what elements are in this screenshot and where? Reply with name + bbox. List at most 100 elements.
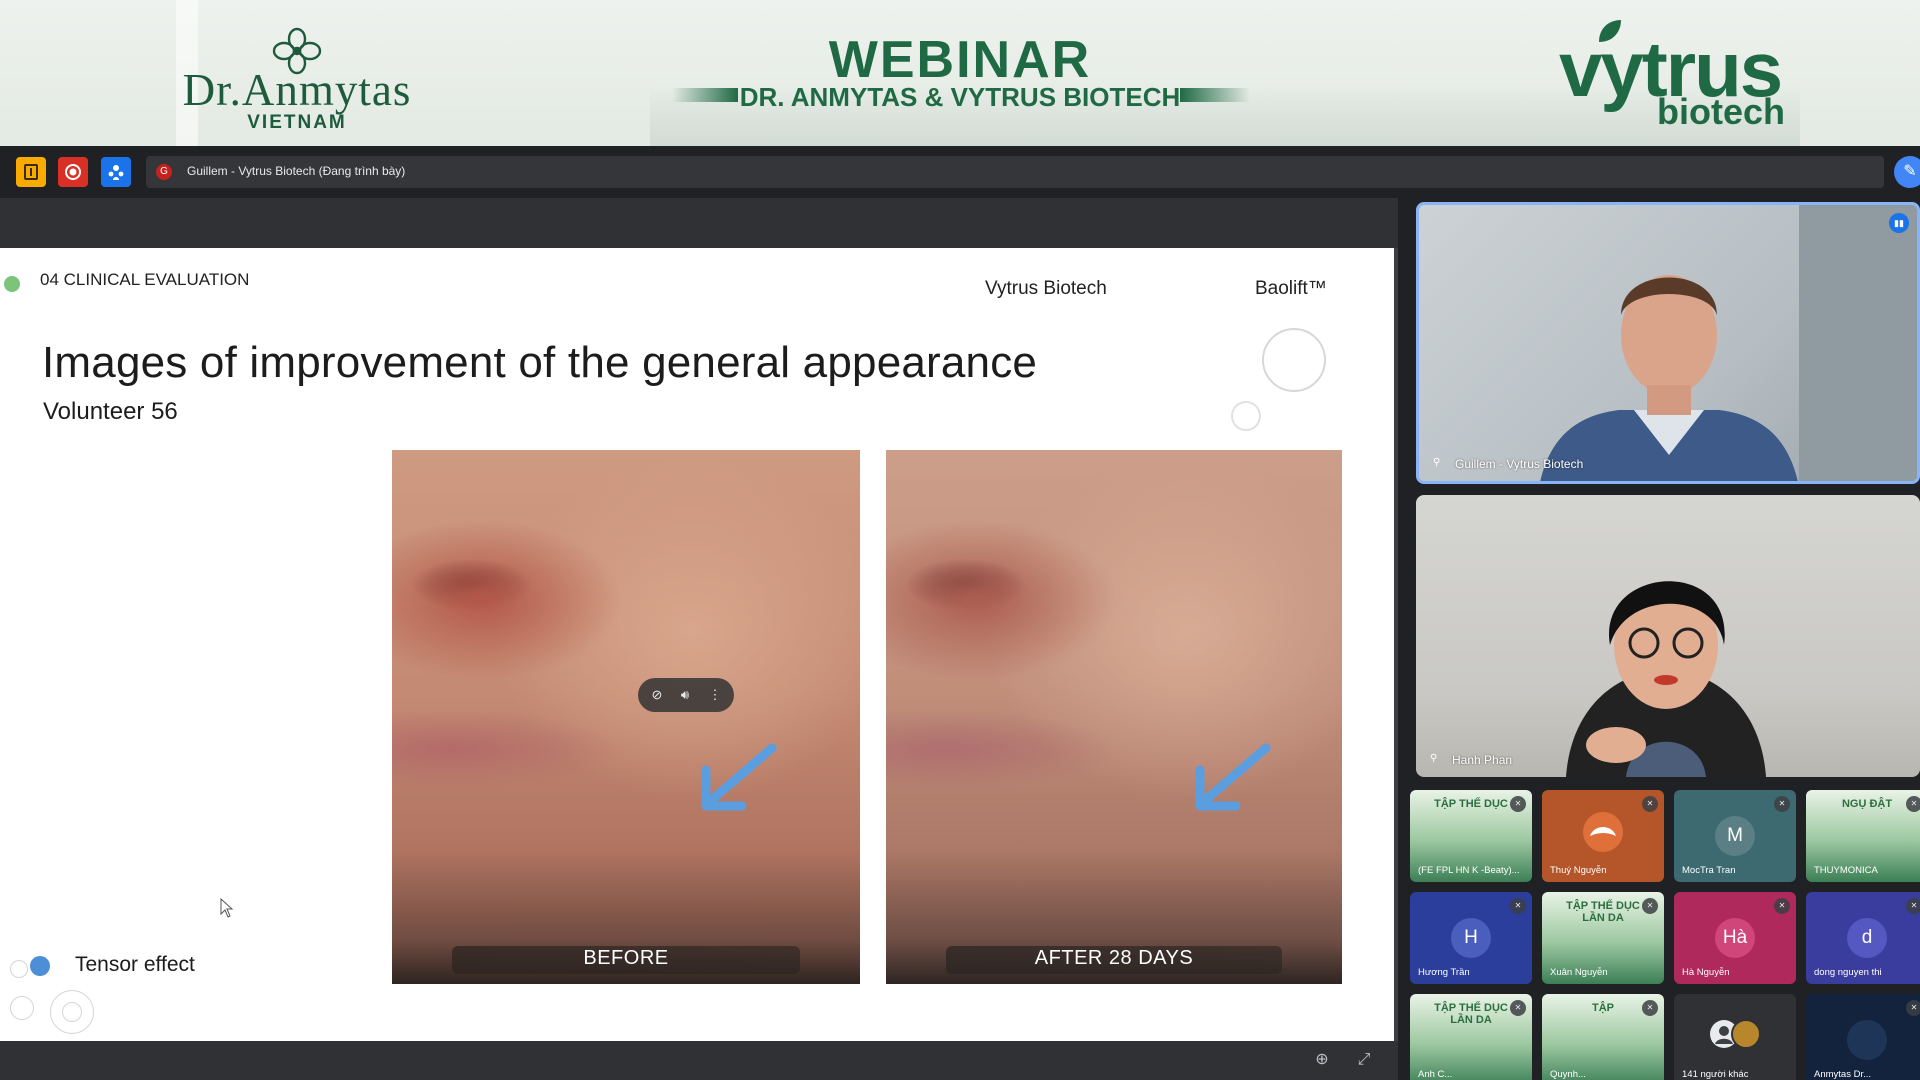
participant-name: Anh C...: [1418, 1069, 1453, 1080]
avatars-stack-icon: [1710, 1019, 1761, 1049]
speaking-indicator-icon: ▮▮: [1889, 213, 1909, 233]
participant-tile[interactable]: TẬP THỂ DỤC ✕ (FE FPL HN K -Beaty)...: [1410, 790, 1532, 882]
participants-button[interactable]: [101, 157, 131, 187]
participant-tile[interactable]: M ✕ MocTra Tran: [1674, 790, 1796, 882]
participant-name: Hương Trần: [1418, 967, 1470, 978]
left-brand-name: Dr.Anmytas: [182, 65, 412, 115]
more-participants-tile[interactable]: 141 người khác: [1674, 994, 1796, 1080]
edit-button[interactable]: ✎: [1894, 156, 1920, 188]
arrow-icon: [1195, 743, 1271, 811]
mic-off-icon: ✕: [1510, 898, 1526, 914]
presenter-avatar: G: [156, 164, 172, 180]
participant-avatar: [1847, 1020, 1887, 1060]
participant-name: MocTra Tran: [1682, 865, 1736, 876]
participant-name: Thuý Nguyễn: [1550, 865, 1607, 876]
decorative-ring: [62, 1002, 82, 1022]
poster-text: NGỤ ĐẬT: [1841, 798, 1893, 810]
record-icon: [65, 164, 81, 180]
unpin-icon[interactable]: ⊘: [648, 686, 666, 704]
participant-tile[interactable]: TẬP THỂ DỤC LẦN DA ✕ Xuân Nguyễn: [1542, 892, 1664, 984]
participant-tile[interactable]: NGỤ ĐẬT ✕ THUYMONICA: [1806, 790, 1920, 882]
slide: 04 CLINICAL EVALUATION Vytrus Biotech Ba…: [0, 248, 1394, 1041]
participant-name: (FE FPL HN K -Beaty)...: [1418, 865, 1520, 876]
media-controls-pill[interactable]: ⊘ 🔊︎ ⋮: [638, 678, 734, 712]
presenting-banner[interactable]: G Guillem - Vytrus Biotech (Đang trình b…: [146, 156, 1884, 188]
fullscreen-icon[interactable]: ⤢: [1354, 1050, 1374, 1070]
section-label: 04 CLINICAL EVALUATION: [40, 270, 250, 289]
decorative-ring: [10, 996, 34, 1020]
mic-off-icon: ✕: [1510, 1000, 1526, 1016]
participant-tile[interactable]: ✕ Thuý Nguyễn: [1542, 790, 1664, 882]
decorative-circle: [1262, 328, 1326, 392]
arrow-icon: [701, 743, 777, 811]
participant-tile[interactable]: d ✕ dong nguyen thi: [1806, 892, 1920, 984]
before-photo: BEFORE: [392, 450, 860, 984]
after-label: AFTER 28 DAYS: [1034, 947, 1194, 969]
mouse-cursor-icon: [220, 898, 234, 918]
participant-tile[interactable]: TẬP THỂ DỤC LẦN DA ✕ Anh C...: [1410, 994, 1532, 1080]
participant-tile[interactable]: H ✕ Hương Trần: [1410, 892, 1532, 984]
dr-anmytas-logo: Dr.Anmytas VIETNAM: [172, 26, 422, 133]
mic-off-icon: ✕: [1642, 1000, 1658, 1016]
presentation-bottom-strip: [0, 1041, 1398, 1080]
speaker-name: Hanh Phan: [1452, 753, 1513, 767]
more-participants-label: 141 người khác: [1682, 1069, 1749, 1080]
edit-icon: ✎: [1903, 163, 1917, 180]
slide-title: Images of improvement of the general app…: [42, 338, 1038, 387]
participant-name: Hà Nguyễn: [1682, 967, 1730, 978]
before-label: BEFORE: [583, 947, 669, 969]
notes-button[interactable]: [16, 157, 46, 187]
webinar-banner: Dr.Anmytas VIETNAM WEBINAR DR. ANMYTAS &…: [0, 0, 1920, 146]
mic-off-icon: ✕: [1906, 898, 1920, 914]
poster-text: TẬP THỂ DỤC LẦN DA: [1434, 1002, 1508, 1027]
presenting-text: Guillem - Vytrus Biotech (Đang trình bày…: [187, 164, 406, 178]
person-video-icon: [1566, 581, 1766, 777]
participant-name: THUYMONICA: [1814, 865, 1878, 876]
webinar-title: WEBINAR: [828, 31, 1092, 89]
slide-product: Baolift™: [1255, 278, 1327, 299]
pin-icon: ⚲: [1430, 753, 1438, 764]
participant-avatar: d: [1847, 918, 1887, 958]
volume-icon[interactable]: 🔊︎: [676, 686, 694, 704]
after-photo: AFTER 28 DAYS: [886, 450, 1342, 984]
meeting-top-bar: G Guillem - Vytrus Biotech (Đang trình b…: [0, 146, 1920, 198]
speaker-name: Guillem - Vytrus Biotech: [1455, 457, 1584, 471]
participant-name: Quynh...: [1550, 1069, 1586, 1080]
poster-text: TẬP THỂ DỤC LẦN DA: [1566, 900, 1640, 925]
more-vert-icon[interactable]: ⋮: [706, 686, 724, 704]
participant-avatar: H: [1451, 918, 1491, 958]
section-dot: [4, 276, 20, 292]
decorative-circle-small: [1231, 401, 1261, 431]
mic-off-icon: ✕: [1642, 796, 1658, 812]
person-video-icon: [1540, 205, 1917, 481]
participant-tile[interactable]: TẬP ✕ Quynh...: [1542, 994, 1664, 1080]
webinar-subtitle: DR. ANMYTAS & VYTRUS BIOTECH: [739, 82, 1181, 112]
face-closeup-image: [886, 450, 1342, 984]
participant-tile[interactable]: ✕ Anmytas Dr...: [1806, 994, 1920, 1080]
participants-panel: ▮▮ ⚲ Guillem - Vytrus Biotech ⚲ Hanh Pha…: [1398, 198, 1920, 1080]
presentation-area: 04 CLINICAL EVALUATION Vytrus Biotech Ba…: [0, 198, 1398, 1080]
zoom-in-icon[interactable]: ⊕: [1312, 1050, 1332, 1070]
presentation-top-strip: [0, 198, 1398, 248]
poster-text: TẬP: [1592, 1002, 1614, 1014]
participant-avatar: Hà: [1715, 918, 1755, 958]
participant-avatar: M: [1715, 816, 1755, 856]
speaker-tile-guillem[interactable]: ▮▮ ⚲ Guillem - Vytrus Biotech: [1416, 202, 1920, 484]
mic-off-icon: ✕: [1774, 796, 1790, 812]
left-brand-sub: VIETNAM: [247, 112, 347, 133]
participant-tile[interactable]: Hà ✕ Hà Nguyễn: [1674, 892, 1796, 984]
slide-company: Vytrus Biotech: [985, 278, 1107, 299]
mic-off-icon: ✕: [1906, 1000, 1920, 1016]
pin-icon: ⚲: [1433, 457, 1441, 468]
biotech-word: biotech: [1657, 91, 1786, 132]
slide-subtitle: Volunteer 56: [43, 398, 178, 425]
poster-text: TẬP THỂ DỤC: [1434, 798, 1508, 810]
tensor-legend-dot: [30, 956, 50, 976]
recording-button[interactable]: [58, 157, 88, 187]
mic-off-icon: ✕: [1774, 898, 1790, 914]
mic-off-icon: ✕: [1906, 796, 1920, 812]
speaker-tile-hanh[interactable]: ⚲ Hanh Phan: [1416, 495, 1920, 777]
decorative-ring: [10, 960, 28, 978]
notes-icon: [24, 164, 38, 180]
people-icon: [108, 165, 124, 180]
